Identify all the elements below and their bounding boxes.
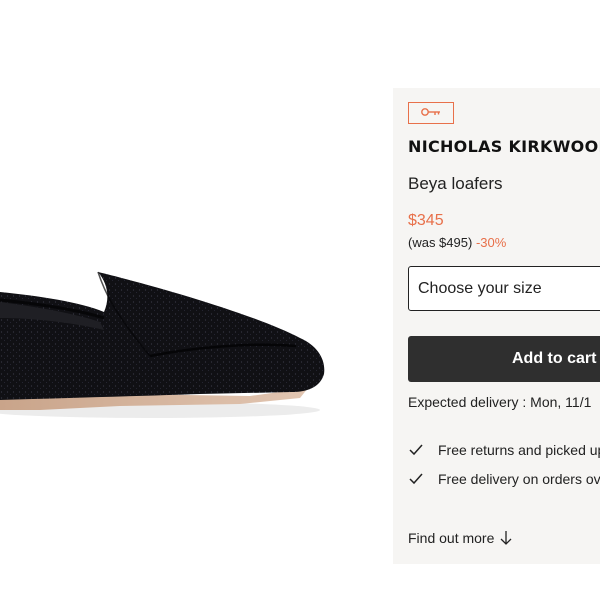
product-name: Beya loafers xyxy=(408,174,503,193)
product-details-panel: NICHOLAS KIRKWOOD Beya loafers $345 (was… xyxy=(393,88,600,564)
shoe-upper xyxy=(0,272,325,400)
benefit-item: Free returns and picked up xyxy=(408,442,600,458)
was-price: (was $495) xyxy=(408,235,473,250)
sale-price: $345 xyxy=(408,212,444,229)
key-badge xyxy=(408,102,454,124)
checkmark-icon xyxy=(408,443,424,457)
checkmark-icon xyxy=(408,472,424,486)
expected-delivery: Expected delivery : Mon, 11/1 xyxy=(408,394,592,410)
product-image[interactable] xyxy=(0,0,393,600)
add-to-cart-button[interactable]: Add to cart xyxy=(408,336,600,382)
benefit-label: Free returns and picked up xyxy=(438,442,600,458)
benefit-item: Free delivery on orders ov xyxy=(408,471,600,487)
key-icon xyxy=(420,104,442,122)
find-out-more-link[interactable]: Find out more xyxy=(408,530,512,546)
find-out-more-label: Find out more xyxy=(408,530,495,546)
brand-name[interactable]: NICHOLAS KIRKWOOD xyxy=(408,137,600,156)
price-comparison: (was $495) -30% xyxy=(408,235,506,250)
benefit-label: Free delivery on orders ov xyxy=(438,471,600,487)
discount-percent: -30% xyxy=(475,235,507,250)
size-select[interactable]: Choose your size xyxy=(408,266,600,311)
size-select-placeholder: Choose your size xyxy=(418,279,542,297)
arrow-down-icon xyxy=(500,530,512,546)
